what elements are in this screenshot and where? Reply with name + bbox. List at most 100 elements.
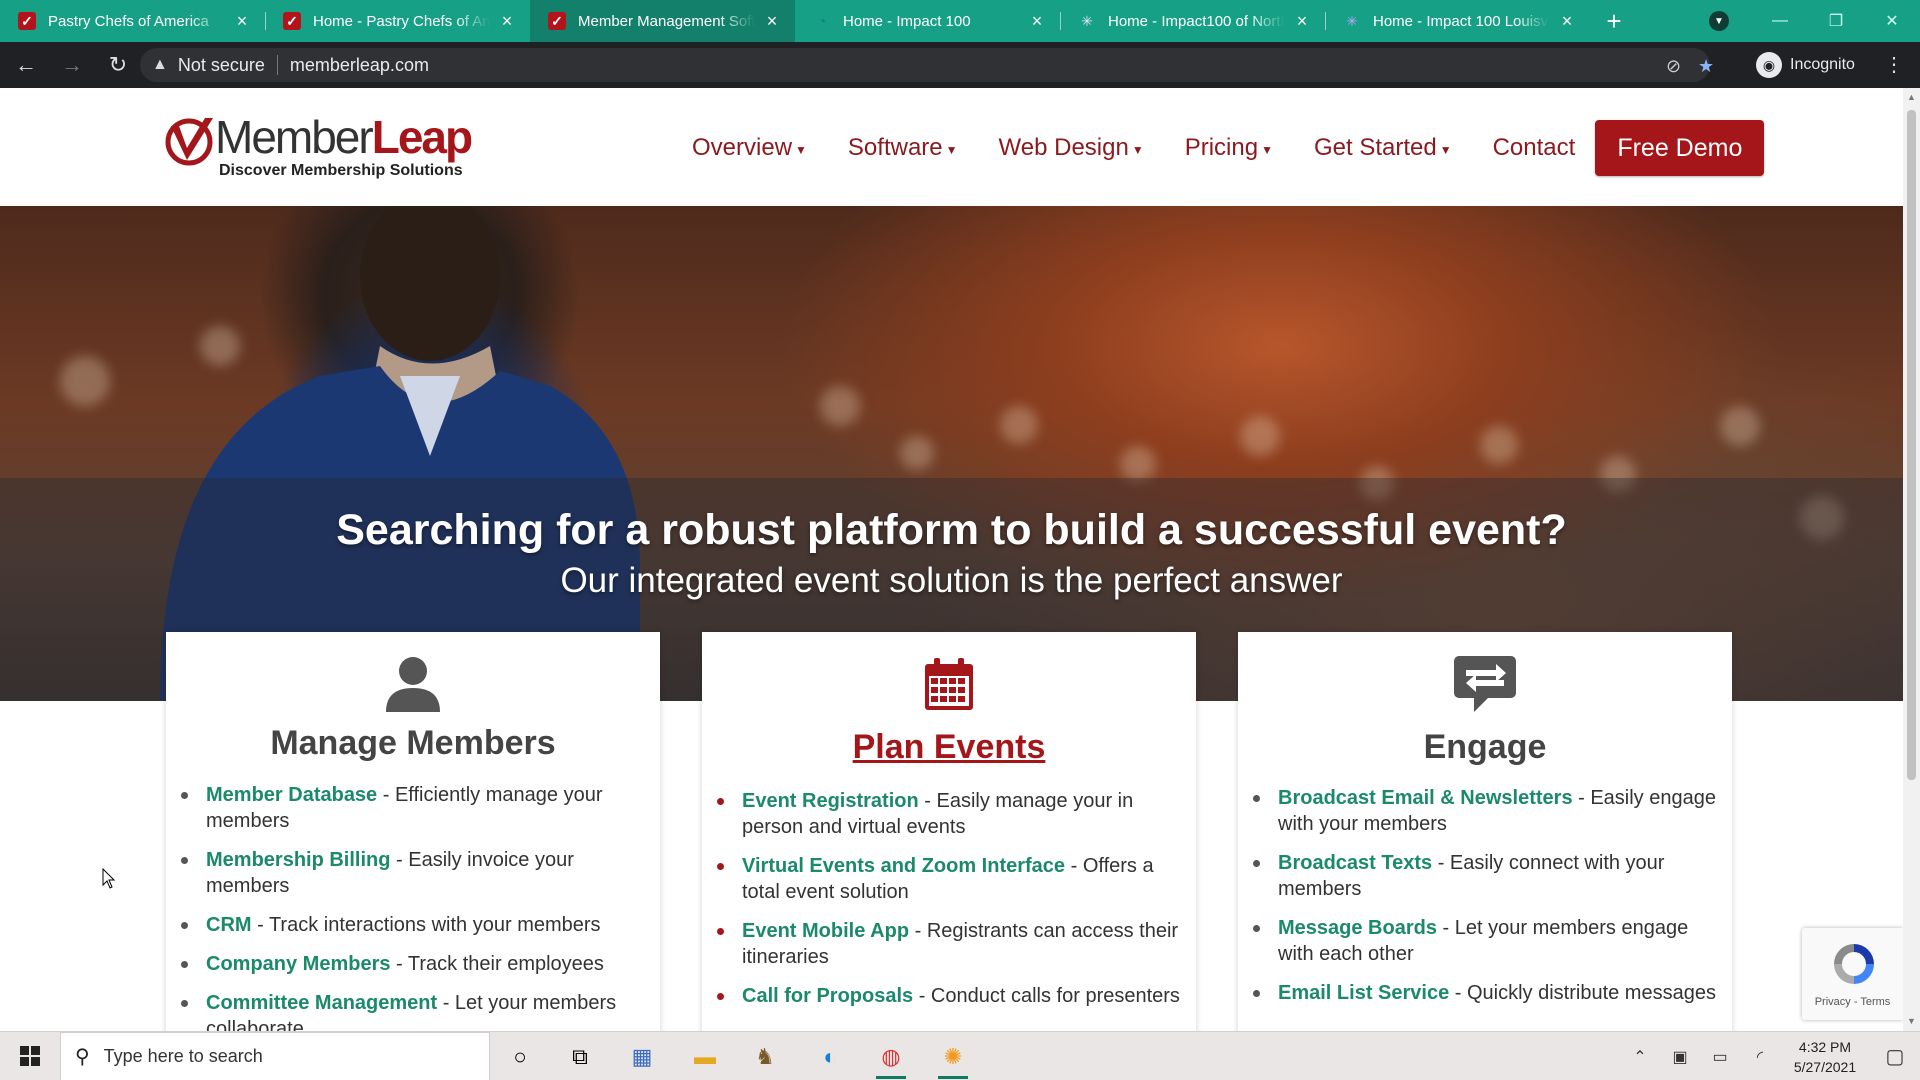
tab-close-icon[interactable]: ×: [1558, 11, 1576, 32]
nav-software[interactable]: Software ▼: [848, 134, 958, 162]
nav-overview[interactable]: Overview ▼: [692, 134, 807, 162]
feature-link[interactable]: Member Database: [206, 784, 377, 806]
feature-link[interactable]: Event Mobile App: [742, 920, 909, 942]
list-item: Event Registration - Easily manage your …: [717, 788, 1182, 840]
windows-taskbar: ⚲ Type here to search ○ ⧉ ▦ ▬ ♞ ◐ ◍ ✺ ⌃ …: [0, 1031, 1920, 1080]
tab-close-icon[interactable]: ×: [1028, 11, 1046, 32]
tab-title: Home - Impact 100 Louisvil: [1373, 12, 1550, 30]
browser-tab[interactable]: ◔ Home - Impact 100 ×: [795, 0, 1060, 42]
restore-icon[interactable]: ❐: [1808, 0, 1864, 42]
feature-link[interactable]: Broadcast Email & Newsletters: [1278, 787, 1573, 809]
list-item: Message Boards - Let your members engage…: [1253, 915, 1718, 967]
memberleap-favicon-icon: ✓: [548, 12, 566, 30]
browser-tab[interactable]: ✓ Pastry Chefs of America ×: [0, 0, 265, 42]
hero-bokeh: [1000, 406, 1038, 444]
url-text[interactable]: memberleap.com: [290, 55, 429, 76]
scrollbar-thumb[interactable]: [1907, 110, 1916, 780]
address-bar[interactable]: ▲ Not secure memberleap.com ⊘ ★: [140, 48, 1714, 82]
browser-tab[interactable]: ✳ Home - Impact 100 Louisvil ×: [1325, 0, 1590, 42]
feature-link[interactable]: Membership Billing: [206, 849, 390, 871]
security-label[interactable]: Not secure: [178, 55, 265, 76]
scroll-down-arrow-icon[interactable]: ▼: [1907, 1016, 1916, 1026]
edge-browser-icon[interactable]: ◐: [805, 1032, 855, 1080]
close-window-icon[interactable]: ✕: [1864, 0, 1920, 42]
calculator-icon[interactable]: ▦: [617, 1032, 667, 1080]
tab-close-icon[interactable]: ×: [1293, 11, 1311, 32]
meet-now-icon[interactable]: ▣: [1660, 1047, 1700, 1067]
mouse-cursor-icon: [102, 868, 116, 889]
notification-center-icon[interactable]: ▢: [1870, 1044, 1920, 1069]
tab-search-chevron-icon[interactable]: ▼: [1709, 11, 1729, 31]
feature-link[interactable]: Message Boards: [1278, 917, 1437, 939]
recaptcha-privacy-terms[interactable]: Privacy - Terms: [1802, 996, 1903, 1008]
nav-get-started[interactable]: Get Started ▼: [1314, 134, 1452, 162]
pastry-chefs-favicon-icon: ✓: [18, 12, 36, 30]
bookmark-star-icon[interactable]: ★: [1698, 56, 1714, 77]
taskbar-search-placeholder: Type here to search: [103, 1046, 263, 1066]
new-tab-plus-icon[interactable]: +: [1596, 0, 1632, 42]
feature-link[interactable]: Broadcast Texts: [1278, 852, 1432, 874]
warning-triangle-icon[interactable]: ▲: [152, 56, 168, 74]
feature-link[interactable]: Committee Management: [206, 992, 437, 1014]
browser-menu-icon[interactable]: ⋮: [1884, 52, 1904, 77]
nav-contact[interactable]: Contact: [1493, 134, 1576, 162]
tab-close-icon[interactable]: ×: [233, 11, 251, 32]
show-hidden-icons-chevron-icon[interactable]: ⌃: [1620, 1047, 1660, 1067]
recaptcha-icon: [1834, 944, 1874, 984]
list-item: Event Mobile App - Registrants can acces…: [717, 918, 1182, 970]
feature-link[interactable]: CRM: [206, 914, 252, 936]
minimize-icon[interactable]: —: [1752, 0, 1808, 42]
snip-app-icon[interactable]: ✺: [928, 1032, 978, 1080]
feature-link[interactable]: Email List Service: [1278, 982, 1449, 1004]
file-explorer-folder-icon[interactable]: ▬: [680, 1032, 730, 1080]
nav-pricing[interactable]: Pricing ▼: [1185, 134, 1273, 162]
address-separator: [276, 55, 278, 75]
feature-link[interactable]: Call for Proposals: [742, 985, 913, 1007]
forward-arrow-icon[interactable]: →: [52, 45, 92, 85]
browser-tab-active[interactable]: ✓ Member Management Softw ×: [530, 0, 795, 42]
card-title[interactable]: Manage Members: [166, 724, 660, 763]
calendar-icon: [702, 658, 1196, 710]
tab-close-icon[interactable]: ×: [763, 11, 781, 32]
incognito-indicator[interactable]: ◉ Incognito: [1756, 50, 1855, 80]
battery-icon[interactable]: ▭: [1700, 1047, 1740, 1067]
user-icon: [166, 654, 660, 712]
cortana-circle-icon[interactable]: ○: [495, 1032, 545, 1080]
system-tray: ⌃ ▣ ▭ ◜ 4:32 PM 5/27/2021 ▢: [1620, 1032, 1920, 1080]
task-view-icon[interactable]: ⧉: [555, 1032, 605, 1080]
card-title[interactable]: Engage: [1238, 728, 1732, 767]
hero-bokeh: [1480, 426, 1518, 464]
exchange-chat-icon: [1238, 656, 1732, 712]
memberleap-logo[interactable]: MemberLeap Discover Membership Solutions: [165, 111, 473, 182]
feature-link[interactable]: Company Members: [206, 953, 391, 975]
game-app-icon[interactable]: ♞: [740, 1032, 790, 1080]
browser-tab[interactable]: ✳ Home - Impact100 of North ×: [1060, 0, 1325, 42]
pastry-chefs-favicon-icon: ✓: [283, 12, 301, 30]
card-feature-list: Member Database - Efficiently manage you…: [181, 782, 646, 1031]
recaptcha-badge[interactable]: Privacy - Terms: [1802, 928, 1903, 1020]
browser-tab[interactable]: ✓ Home - Pastry Chefs of Am ×: [265, 0, 530, 42]
reload-icon[interactable]: ↻: [98, 45, 138, 85]
taskbar-clock[interactable]: 4:32 PM 5/27/2021: [1780, 1037, 1870, 1077]
page-viewport: MemberLeap Discover Membership Solutions…: [0, 88, 1903, 1031]
scroll-up-arrow-icon[interactable]: ▲: [1907, 92, 1916, 102]
tracking-blocked-eye-icon[interactable]: ⊘: [1666, 56, 1681, 77]
wifi-icon[interactable]: ◜: [1740, 1047, 1780, 1067]
feature-link[interactable]: Virtual Events and Zoom Interface: [742, 855, 1065, 877]
incognito-icon: ◉: [1756, 52, 1782, 78]
free-demo-button[interactable]: Free Demo: [1595, 120, 1765, 176]
page-scrollbar[interactable]: ▲ ▼: [1903, 88, 1920, 1031]
card-plan-events: Plan Events Event Registration - Easily …: [702, 632, 1196, 1031]
card-title[interactable]: Plan Events: [702, 728, 1196, 767]
card-engage: Engage Broadcast Email & Newsletters - E…: [1238, 632, 1732, 1031]
windows-start-icon[interactable]: [0, 1032, 60, 1080]
tab-close-icon[interactable]: ×: [498, 11, 516, 32]
chrome-browser-icon[interactable]: ◍: [866, 1032, 916, 1080]
nav-web-design[interactable]: Web Design ▼: [999, 134, 1144, 162]
back-arrow-icon[interactable]: ←: [6, 45, 46, 85]
taskbar-search-box[interactable]: ⚲ Type here to search: [60, 1032, 490, 1080]
list-item: Company Members - Track their employees: [181, 951, 646, 977]
feature-link[interactable]: Event Registration: [742, 790, 919, 812]
snowflake-favicon-icon: ✳: [1346, 12, 1358, 29]
feature-description: - Conduct calls for presenters: [913, 985, 1180, 1007]
